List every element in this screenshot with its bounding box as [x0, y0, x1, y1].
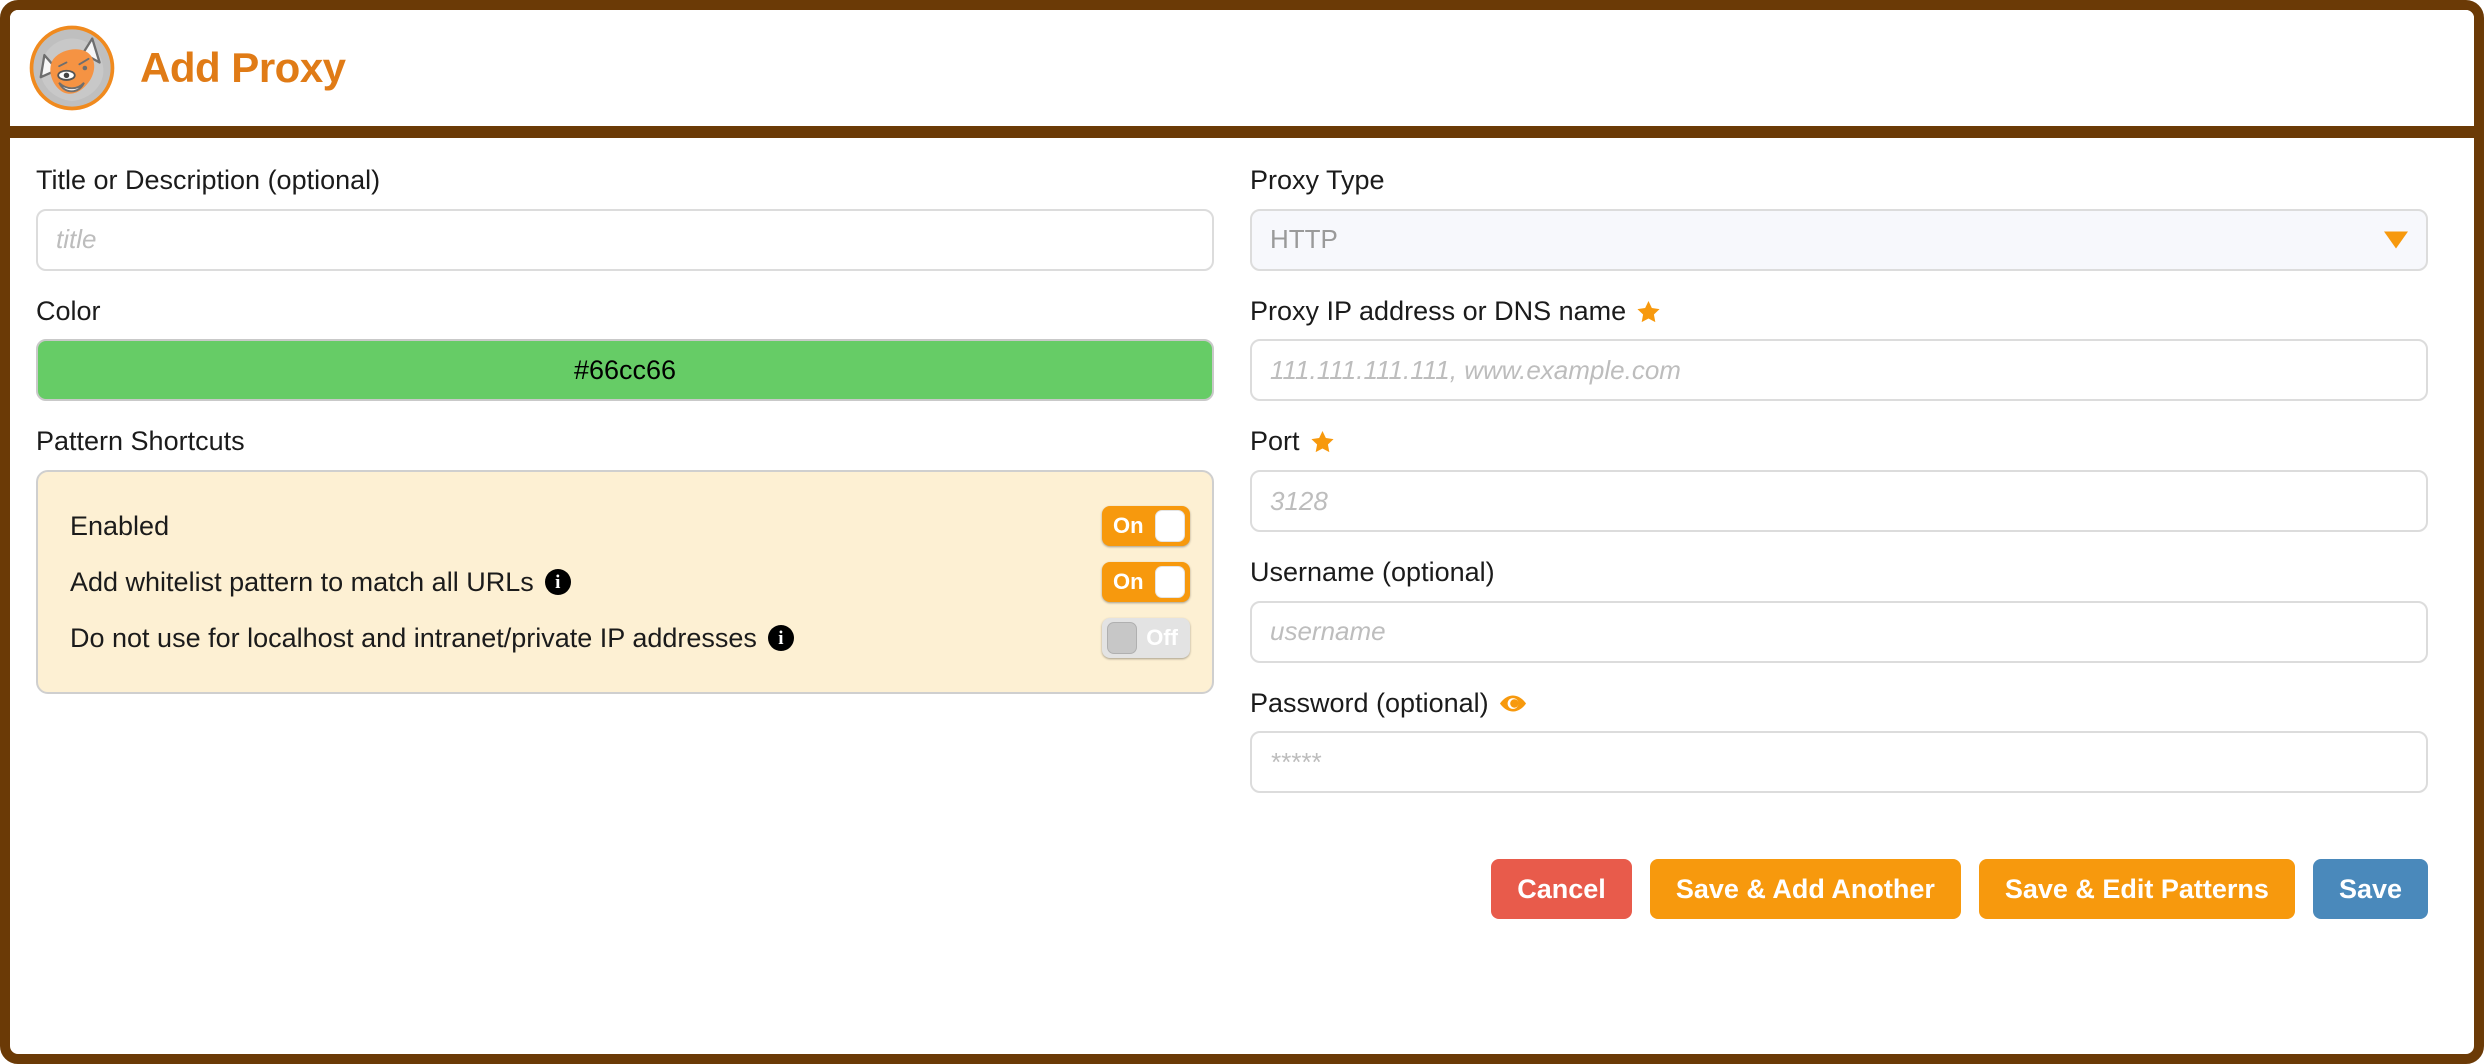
title-label: Title or Description (optional) [36, 165, 1214, 196]
pattern-shortcuts-label-text: Pattern Shortcuts [36, 426, 245, 457]
pattern-shortcuts-block: Pattern Shortcuts Enabled On Add whiteli… [36, 427, 1214, 695]
proxy-type-select-wrap: HTTP [1250, 208, 2428, 271]
toggle-whitelist[interactable]: On [1102, 562, 1190, 603]
toggle-enabled[interactable]: On [1102, 506, 1190, 547]
toggle-whitelist-label: On [1113, 569, 1144, 595]
title-label-text: Title or Description (optional) [36, 165, 381, 195]
eye-icon[interactable] [1498, 693, 1528, 714]
star-icon [1637, 300, 1660, 322]
info-circle-icon[interactable]: i [767, 625, 794, 652]
save-add-another-button[interactable]: Save & Add Another [1649, 859, 1961, 920]
star-icon [1310, 431, 1334, 453]
password-input[interactable] [1250, 731, 2428, 794]
color-label-text: Color [36, 295, 101, 326]
page-title: Add Proxy [140, 44, 346, 91]
password-label-text: Password (optional) [1250, 687, 1489, 718]
save-button[interactable]: Save [2312, 859, 2428, 920]
toggle-enabled-label: On [1113, 513, 1144, 539]
toggle-enabled-knob [1155, 510, 1185, 543]
username-label: Username (optional) [1250, 557, 2428, 588]
username-label-text: Username (optional) [1250, 557, 1495, 588]
right-column: Proxy Type HTTP Proxy IP address or DNS … [1232, 165, 2428, 1042]
toggle-localhost-label: Off [1146, 625, 1178, 651]
pattern-row-whitelist: Add whitelist pattern to match all URLs … [70, 554, 1190, 610]
pattern-row-whitelist-text-wrap: Add whitelist pattern to match all URLs … [70, 567, 571, 598]
title-field-block: Title or Description (optional) [36, 165, 1214, 271]
pattern-row-localhost-text-wrap: Do not use for localhost and intranet/pr… [70, 623, 794, 654]
proxy-address-block: Proxy IP address or DNS name [1250, 295, 2428, 402]
toggle-whitelist-knob [1155, 566, 1185, 599]
save-edit-patterns-button[interactable]: Save & Edit Patterns [1978, 859, 2295, 920]
pattern-row-enabled-label: Enabled [70, 510, 170, 541]
pattern-row-enabled-text-wrap: Enabled [70, 511, 169, 542]
add-proxy-window: Add Proxy Title or Description (optional… [0, 0, 2484, 1064]
foxyproxy-fox-logo [29, 25, 115, 111]
color-label: Color [36, 295, 1214, 327]
pattern-row-localhost-label: Do not use for localhost and intranet/pr… [70, 622, 757, 653]
color-field-block: Color #66cc66 [36, 295, 1214, 402]
proxy-type-block: Proxy Type HTTP [1250, 165, 2428, 271]
password-label: Password (optional) [1250, 687, 2428, 719]
left-column: Title or Description (optional) Color #6… [36, 165, 1232, 1042]
info-circle-icon[interactable]: i [544, 569, 571, 596]
window-header: Add Proxy [10, 10, 2474, 138]
proxy-type-label: Proxy Type [1250, 165, 2428, 196]
pattern-shortcuts-label: Pattern Shortcuts [36, 427, 1214, 457]
username-block: Username (optional) [1250, 557, 2428, 663]
cancel-button[interactable]: Cancel [1491, 859, 1632, 920]
port-block: Port [1250, 427, 2428, 533]
proxy-address-label-text: Proxy IP address or DNS name [1250, 295, 1627, 326]
toggle-localhost-knob [1107, 622, 1137, 655]
port-label-text: Port [1250, 426, 1300, 457]
form-body: Title or Description (optional) Color #6… [10, 138, 2474, 1042]
port-input[interactable] [1250, 470, 2428, 533]
password-block: Password (optional) [1250, 687, 2428, 794]
toggle-localhost[interactable]: Off [1102, 618, 1190, 659]
proxy-type-select[interactable]: HTTP [1250, 208, 2428, 271]
proxy-type-label-text: Proxy Type [1250, 165, 1385, 195]
proxy-address-input[interactable] [1250, 339, 2428, 402]
action-buttons-row: Cancel Save & Add Another Save & Edit Pa… [1250, 859, 2428, 920]
color-swatch-button[interactable]: #66cc66 [36, 339, 1214, 402]
pattern-row-localhost: Do not use for localhost and intranet/pr… [70, 610, 1190, 666]
pattern-row-whitelist-label: Add whitelist pattern to match all URLs [70, 566, 534, 597]
pattern-row-enabled: Enabled On [70, 498, 1190, 554]
port-label: Port [1250, 427, 2428, 457]
username-input[interactable] [1250, 600, 2428, 663]
pattern-shortcuts-panel: Enabled On Add whitelist pattern to matc… [36, 470, 1214, 695]
proxy-address-label: Proxy IP address or DNS name [1250, 295, 2428, 327]
title-input[interactable] [36, 208, 1214, 271]
